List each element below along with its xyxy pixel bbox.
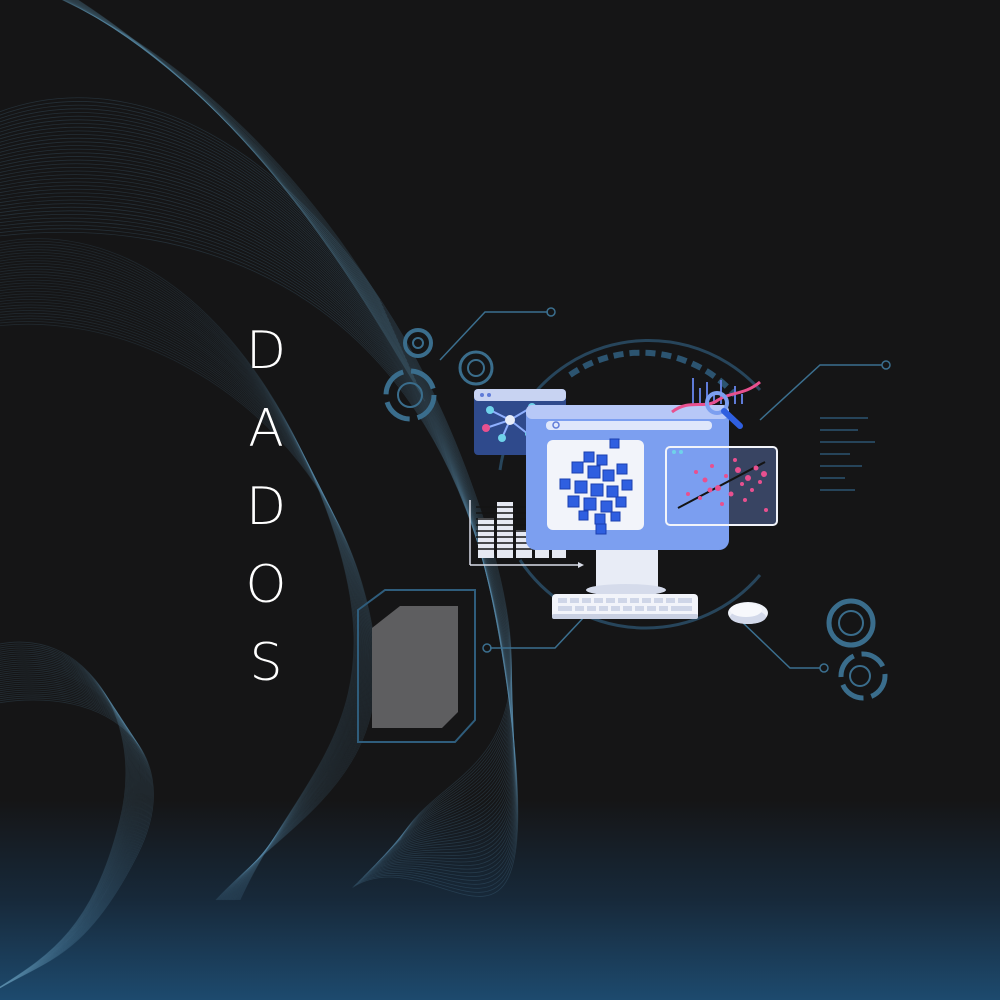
hex-panel <box>357 589 476 743</box>
cover-artwork: D A D O S <box>0 0 1000 1000</box>
data-illustration <box>357 307 891 743</box>
mouse-icon <box>728 602 768 624</box>
gear-ring-icon <box>826 598 888 701</box>
scatter-plot-icon <box>665 446 778 526</box>
keyboard-icon <box>552 594 698 619</box>
